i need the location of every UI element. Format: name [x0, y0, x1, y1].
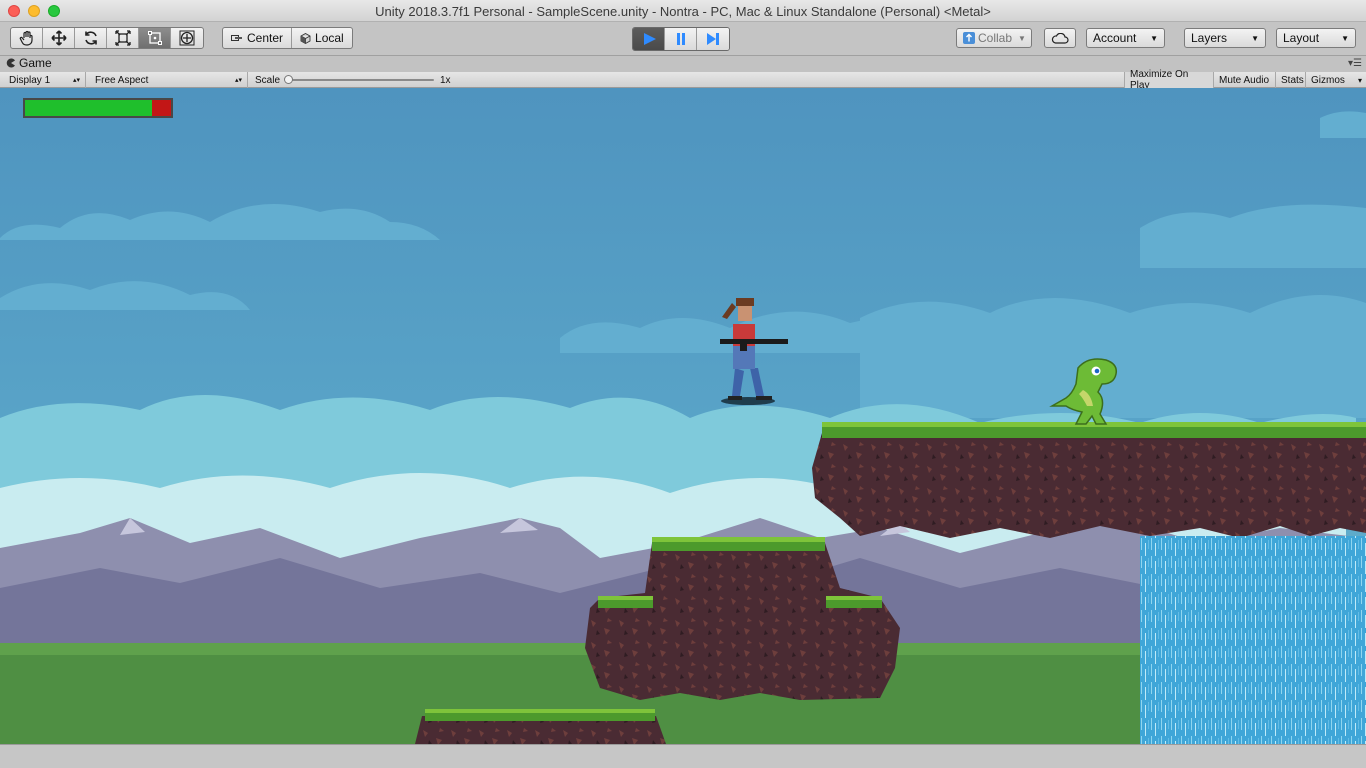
health-bar-fill — [25, 100, 153, 116]
mute-audio-toggle[interactable]: Mute Audio — [1214, 72, 1276, 88]
stats-label: Stats — [1281, 74, 1304, 86]
scale-tool-icon — [114, 30, 131, 46]
step-icon — [707, 33, 719, 45]
pacman-icon — [6, 58, 15, 68]
cloud-upload-icon — [963, 32, 975, 44]
transform-tool-button[interactable] — [171, 28, 203, 48]
scale-tool-button[interactable] — [107, 28, 139, 48]
scale-label: Scale — [255, 74, 281, 86]
floating-platform-right — [812, 422, 1366, 538]
rect-tool-button[interactable] — [139, 28, 171, 48]
move-tool-button[interactable] — [43, 28, 75, 48]
step-button[interactable] — [697, 28, 729, 50]
account-label: Account — [1093, 31, 1137, 45]
layout-dropdown[interactable]: Layout ▼ — [1276, 28, 1356, 48]
waterfall — [1140, 536, 1366, 744]
layers-dropdown[interactable]: Layers ▼ — [1184, 28, 1266, 48]
gizmos-dropdown[interactable]: Gizmos ▾ — [1306, 72, 1366, 88]
aspect-dropdown[interactable]: Free Aspect ▴▾ — [90, 72, 248, 88]
pause-icon — [676, 33, 685, 45]
move-tool-icon — [50, 30, 67, 46]
pivot-toggles: Center Local — [222, 27, 353, 49]
scale-value: 1x — [440, 74, 451, 86]
status-bar — [0, 744, 1366, 768]
scale-slider-track[interactable] — [288, 79, 434, 81]
transform-tool-icon — [179, 30, 195, 46]
window-title-bar: Unity 2018.3.7f1 Personal - SampleScene.… — [0, 0, 1366, 22]
window-title: Unity 2018.3.7f1 Personal - SampleScene.… — [375, 4, 991, 19]
display-dropdown[interactable]: Display 1 ▴▾ — [4, 72, 86, 88]
play-button[interactable] — [633, 28, 665, 50]
rect-tool-icon — [147, 31, 162, 45]
playback-controls — [632, 27, 730, 51]
game-scene — [0, 88, 1366, 744]
maximize-on-play-toggle[interactable]: Maximize On Play — [1124, 69, 1214, 91]
hand-tool-icon — [19, 30, 33, 46]
tab-game[interactable]: Game — [6, 56, 52, 70]
account-dropdown[interactable]: Account ▼ — [1086, 28, 1165, 48]
transform-tools — [10, 27, 204, 49]
cloud-icon — [1051, 32, 1069, 44]
mute-audio-label: Mute Audio — [1219, 74, 1270, 86]
collab-dropdown[interactable]: Collab ▼ — [956, 28, 1032, 48]
game-view[interactable] — [0, 88, 1366, 744]
health-bar — [23, 98, 173, 118]
panel-menu-icon[interactable]: ▾☰ — [1348, 58, 1362, 69]
chevron-down-icon: ▾ — [1357, 75, 1362, 85]
chevron-down-icon: ▼ — [1251, 33, 1259, 43]
chevron-down-icon: ▼ — [1018, 33, 1026, 43]
hand-tool-button[interactable] — [11, 28, 43, 48]
scale-slider-handle[interactable] — [284, 75, 293, 84]
updown-arrows-icon: ▴▾ — [72, 77, 80, 84]
gizmos-label: Gizmos — [1311, 74, 1345, 86]
pivot-icon — [231, 35, 242, 41]
main-toolbar: Center Local Collab ▼ Account ▼ Layers ▼ — [0, 22, 1366, 56]
floating-platform-bottom — [415, 709, 666, 744]
stats-toggle[interactable]: Stats — [1276, 72, 1306, 88]
cloud-button[interactable] — [1044, 28, 1076, 48]
pivot-local-button[interactable]: Local — [292, 28, 352, 48]
display-label: Display 1 — [9, 74, 51, 86]
chevron-down-icon: ▼ — [1341, 33, 1349, 43]
pivot-center-button[interactable]: Center — [223, 28, 293, 48]
game-view-toolbar: Display 1 ▴▾ Free Aspect ▴▾ Scale 1x Max… — [0, 69, 1366, 91]
pivot-label: Center — [247, 31, 284, 45]
aspect-label: Free Aspect — [95, 74, 149, 86]
collab-label: Collab — [978, 31, 1013, 45]
play-icon — [643, 33, 656, 45]
chevron-down-icon: ▼ — [1150, 33, 1158, 43]
layout-label: Layout — [1283, 31, 1320, 45]
rotate-tool-button[interactable] — [75, 28, 107, 48]
layers-label: Layers — [1191, 31, 1228, 45]
updown-arrows-icon: ▴▾ — [234, 77, 242, 84]
rotate-tool-icon — [84, 31, 97, 45]
cube-icon — [300, 32, 311, 44]
pause-button[interactable] — [665, 28, 697, 50]
space-label: Local — [315, 31, 344, 45]
game-tab-label: Game — [19, 56, 52, 70]
